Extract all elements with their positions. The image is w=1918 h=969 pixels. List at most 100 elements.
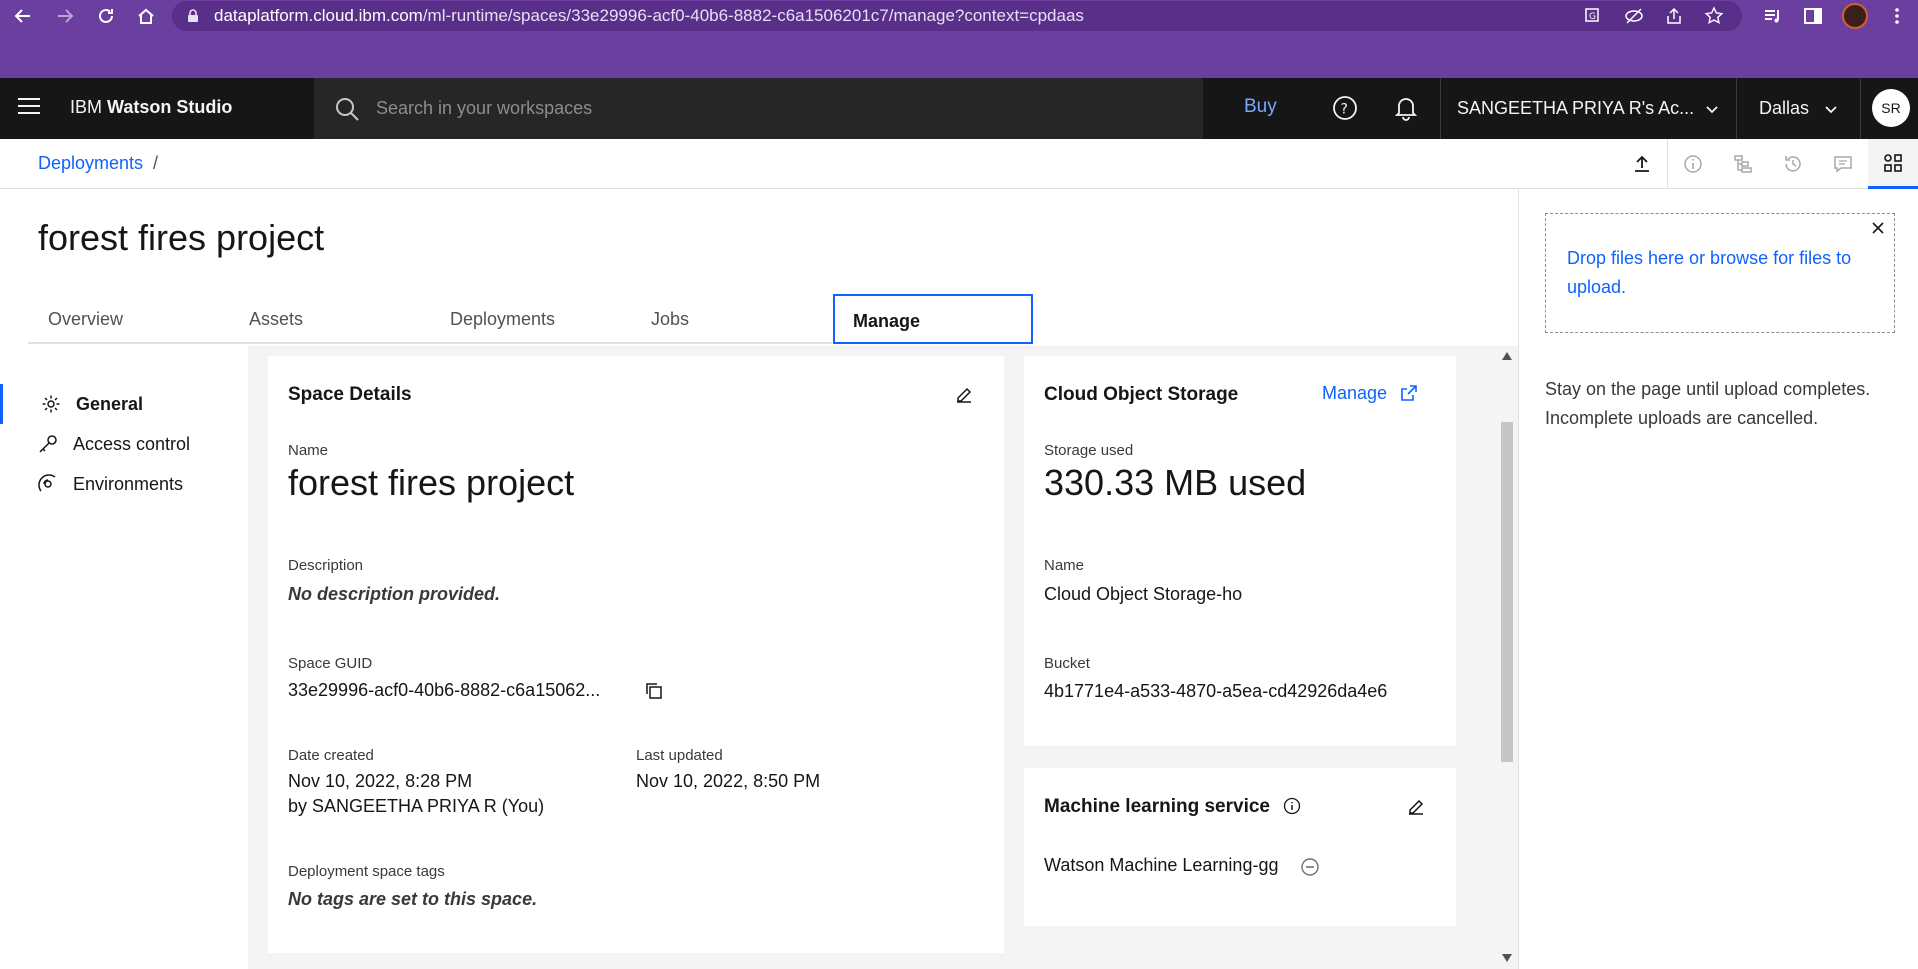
bookmark-star-icon[interactable] (1704, 6, 1724, 26)
tab-overview[interactable]: Overview (28, 294, 229, 344)
cos-name-label: Name (1044, 557, 1085, 574)
last-updated-label: Last updated (636, 747, 723, 764)
home-icon[interactable] (133, 3, 159, 29)
file-dropzone[interactable]: Drop files here or browse for files to u… (1545, 213, 1895, 333)
ml-service-name: Watson Machine Learning-gg (1044, 855, 1279, 875)
toolbar (1617, 139, 1918, 189)
account-label: SANGEETHA PRIYA R's Ac... (1457, 98, 1695, 118)
card-heading: Space Details (288, 384, 412, 405)
scroll-down-icon[interactable] (1502, 954, 1512, 962)
more-vert-icon[interactable] (1886, 5, 1908, 27)
breadcrumb-deployments-link[interactable]: Deployments (38, 153, 143, 173)
close-icon[interactable] (1870, 220, 1886, 236)
user-menu[interactable]: SR (1860, 78, 1918, 139)
tags-label: Deployment space tags (288, 863, 445, 880)
tab-manage[interactable]: Manage (833, 294, 1033, 344)
scroll-up-icon[interactable] (1502, 352, 1512, 360)
dropzone-text[interactable]: Drop files here or browse for files to u… (1567, 244, 1867, 302)
share-icon[interactable] (1664, 6, 1684, 26)
space-details-card: Space Details Name forest fires project … (268, 356, 1004, 953)
scrollbar-thumb[interactable] (1501, 422, 1513, 762)
region-label: Dallas (1759, 98, 1810, 118)
address-bar[interactable]: dataplatform.cloud.ibm.com/ml-runtime/sp… (172, 1, 1742, 31)
search-bar[interactable] (314, 78, 1203, 139)
tab-assets[interactable]: Assets (229, 294, 430, 344)
content-area: Space Details Name forest fires project … (248, 346, 1518, 969)
sidebar-item-label: Environments (73, 473, 184, 494)
back-icon[interactable] (10, 3, 36, 29)
name-label: Name (288, 442, 329, 459)
content-scrollbar[interactable] (1498, 348, 1516, 969)
account-switcher[interactable]: SANGEETHA PRIYA R's Ac... (1440, 78, 1736, 139)
chevron-down-icon (1706, 105, 1718, 113)
forward-icon[interactable] (52, 3, 78, 29)
info-icon[interactable] (1668, 139, 1718, 189)
manage-storage-link[interactable]: Manage (1322, 383, 1418, 404)
breadcrumb-bar: Deployments / (0, 139, 1918, 189)
guid-value: 33e29996-acf0-40b6-8882-c6a15062... (288, 680, 601, 700)
sidebar-item-general[interactable]: General (0, 384, 248, 424)
ml-service-card: Machine learning service Watson Machine … (1024, 768, 1456, 926)
avatar[interactable]: SR (1872, 89, 1910, 127)
translate-icon[interactable]: G (1584, 6, 1604, 26)
url-text: dataplatform.cloud.ibm.com/ml-runtime/sp… (214, 6, 1084, 25)
guid-label: Space GUID (288, 655, 373, 672)
remove-circle-icon[interactable] (1300, 857, 1320, 877)
upload-icon[interactable] (1617, 139, 1667, 189)
hierarchy-icon[interactable] (1718, 139, 1768, 189)
info-icon[interactable] (1283, 797, 1301, 815)
chevron-down-icon (1825, 105, 1837, 113)
space-name-value: forest fires project (288, 462, 575, 503)
reload-icon[interactable] (93, 3, 119, 29)
comment-icon[interactable] (1818, 139, 1868, 189)
edit-pencil-icon[interactable] (1406, 797, 1426, 817)
tab-bar: Overview Assets Deployments Jobs Manage (28, 294, 1518, 344)
launch-icon (1401, 385, 1417, 401)
storage-used-value: 330.33 MB used (1044, 462, 1307, 503)
copy-icon[interactable] (644, 681, 664, 701)
app-header: IBM Watson Studio Buy ? SANGEETHA PRIYA … (0, 78, 1918, 139)
created-by-value: by SANGEETHA PRIYA R (You) (288, 796, 545, 816)
tab-deployments[interactable]: Deployments (430, 294, 631, 344)
notification-bell-icon[interactable] (1392, 94, 1420, 122)
bucket-value: 4b1771e4-a533-4870-a5ea-cd42926da4e6 (1044, 681, 1388, 701)
sidebar-item-access-control[interactable]: Access control (0, 424, 248, 464)
svg-text:?: ? (1341, 102, 1348, 118)
page-title: forest fires project (38, 217, 325, 258)
profile-avatar[interactable] (1842, 3, 1868, 29)
date-created-label: Date created (288, 747, 374, 764)
eye-off-icon[interactable] (1624, 6, 1644, 26)
svg-text:G: G (1589, 12, 1596, 22)
side-panel-icon[interactable] (1802, 5, 1824, 27)
environment-icon (38, 474, 56, 492)
cos-name-value: Cloud Object Storage-ho (1044, 584, 1243, 604)
tab-jobs[interactable]: Jobs (631, 294, 832, 344)
side-navigation: General Access control Environments (0, 356, 248, 969)
history-icon[interactable] (1768, 139, 1818, 189)
buy-link[interactable]: Buy (1244, 96, 1277, 118)
edit-pencil-icon[interactable] (954, 385, 974, 405)
brand-title[interactable]: IBM Watson Studio (70, 97, 232, 118)
bucket-label: Bucket (1044, 655, 1090, 672)
lock-icon (188, 9, 198, 22)
sidebar-item-label: Access control (73, 433, 191, 454)
card-heading: Machine learning service (1044, 796, 1301, 818)
upload-panel: Drop files here or browse for files to u… (1518, 189, 1918, 969)
description-value: No description provided. (288, 584, 501, 604)
sidebar-item-label: General (76, 393, 144, 414)
help-icon[interactable]: ? (1331, 94, 1359, 122)
sidebar-item-environments[interactable]: Environments (0, 464, 248, 504)
tags-value: No tags are set to this space. (288, 889, 538, 909)
last-updated-value: Nov 10, 2022, 8:50 PM (636, 771, 821, 791)
hamburger-menu-icon[interactable] (18, 98, 40, 118)
media-control-icon[interactable] (1762, 5, 1784, 27)
breadcrumb: Deployments / (38, 153, 159, 173)
description-label: Description (288, 557, 364, 574)
search-icon (336, 97, 359, 121)
search-input[interactable] (376, 98, 1156, 119)
upload-note: Stay on the page until upload completes.… (1545, 379, 1871, 428)
region-switcher[interactable]: Dallas (1736, 78, 1860, 139)
card-heading: Cloud Object Storage (1044, 384, 1239, 405)
gear-icon (42, 395, 60, 413)
data-assets-icon[interactable] (1868, 139, 1918, 189)
